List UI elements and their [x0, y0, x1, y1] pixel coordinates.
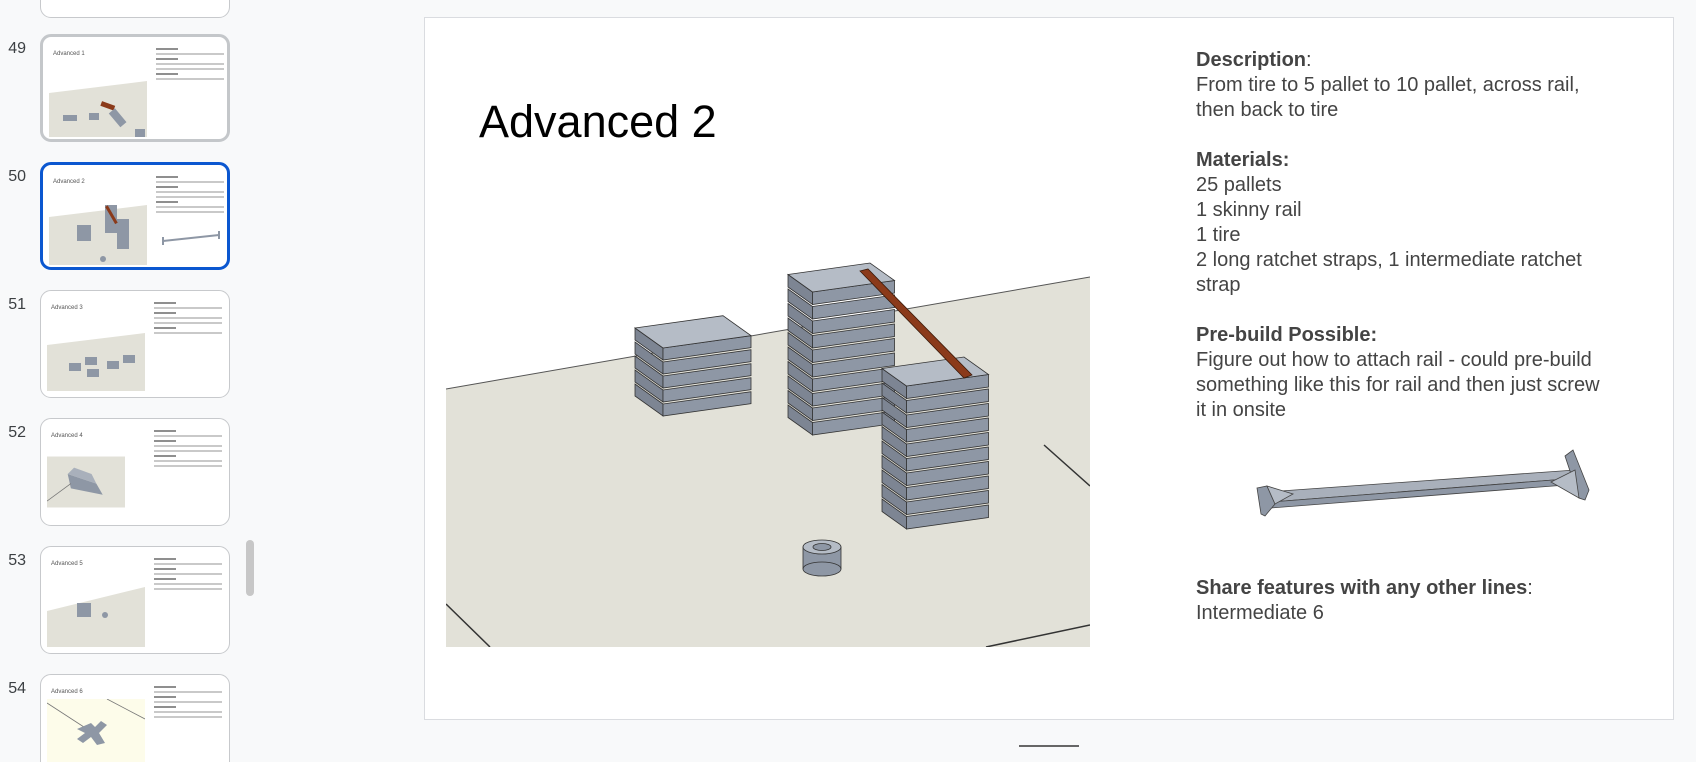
thumbnail-text: [154, 427, 222, 470]
materials-line: 25 pallets: [1196, 174, 1282, 196]
slide-thumbnail-52[interactable]: Advanced 4: [40, 418, 230, 526]
materials-heading: Materials:: [1196, 149, 1290, 171]
course-3d-render[interactable]: [446, 261, 1090, 647]
prebuild-line: something like this for rail and then ju…: [1196, 374, 1600, 396]
slide-canvas[interactable]: Advanced 2 Description: From tire to 5 p…: [424, 17, 1674, 720]
slide-title[interactable]: Advanced 2: [479, 96, 717, 148]
thumbnail-text: [156, 45, 224, 83]
slide-thumbnail-50[interactable]: Advanced 2: [40, 162, 230, 270]
prebuild-line: Figure out how to attach rail - could pr…: [1196, 349, 1592, 371]
thumbnail-image: [47, 333, 145, 391]
thumbnail-image: [49, 81, 147, 137]
prebuild-heading: Pre-build Possible:: [1196, 324, 1378, 346]
share-section: Share features with any other lines: Int…: [1196, 576, 1636, 626]
thumbnail-text: [156, 173, 224, 216]
thumbnail-title: Advanced 6: [51, 689, 83, 695]
share-line: Intermediate 6: [1196, 602, 1324, 624]
share-heading: Share features with any other lines: [1196, 577, 1528, 599]
slide-thumbnail-49[interactable]: Advanced 1: [40, 34, 230, 142]
slide-number: 51: [8, 296, 26, 313]
thumbnail-text: [154, 555, 222, 593]
slide-thumbnail-54[interactable]: Advanced 6: [40, 674, 230, 762]
scroll-indicator: [1019, 745, 1079, 747]
thumbnail-text: [154, 683, 222, 721]
slide-number: 54: [8, 680, 26, 697]
thumbnail-image: [47, 587, 145, 647]
rail-mount-figure[interactable]: [1245, 448, 1595, 538]
thumbnail-title: Advanced 5: [51, 561, 83, 567]
description-heading: Description: [1196, 49, 1307, 71]
materials-line: 1 skinny rail: [1196, 199, 1302, 221]
slide-number: 49: [8, 40, 26, 57]
slide-filmstrip[interactable]: 49 Advanced 1 50 Advanced 2 51 Advanced …: [0, 0, 260, 762]
slide-thumbnail-53[interactable]: Advanced 5: [40, 546, 230, 654]
thumbnail-title: Advanced 4: [51, 433, 83, 439]
tire: [802, 539, 842, 577]
slide-number: 50: [8, 168, 26, 185]
share-colon: :: [1527, 577, 1533, 599]
pallet-stack-front: [880, 356, 990, 530]
thumbnail-image: [47, 699, 145, 762]
materials-section: Materials: 25 pallets 1 skinny rail 1 ti…: [1196, 148, 1636, 298]
slide-thumbnail-51[interactable]: Advanced 3: [40, 290, 230, 398]
description-line: From tire to 5 pallet to 10 pallet, acro…: [1196, 74, 1580, 96]
description-section: Description: From tire to 5 pallet to 10…: [1196, 48, 1636, 123]
pallet-stack-5: [633, 315, 753, 417]
filmstrip-scrollbar[interactable]: [246, 540, 254, 596]
materials-line: 2 long ratchet straps, 1 intermediate ra…: [1196, 249, 1582, 271]
thumbnail-rail-figure: [162, 231, 220, 245]
prebuild-line: it in onsite: [1196, 399, 1287, 421]
thumbnail-title: Advanced 3: [51, 305, 83, 311]
description-line: then back to tire: [1196, 99, 1339, 121]
slide-number: 53: [8, 552, 26, 569]
slide-text-column[interactable]: Description: From tire to 5 pallet to 10…: [1196, 48, 1636, 651]
thumbnail-image: [47, 456, 125, 508]
thumbnail-title: Advanced 1: [53, 51, 85, 57]
description-colon: :: [1306, 49, 1312, 71]
thumbnail-title: Advanced 2: [53, 179, 85, 185]
slide-thumbnail-partial[interactable]: [40, 0, 230, 18]
materials-line: strap: [1196, 274, 1241, 296]
slide-number: 52: [8, 424, 26, 441]
prebuild-section: Pre-build Possible: Figure out how to at…: [1196, 323, 1636, 423]
thumbnail-text: [154, 299, 222, 337]
materials-line: 1 tire: [1196, 224, 1241, 246]
thumbnail-image: [49, 205, 147, 265]
